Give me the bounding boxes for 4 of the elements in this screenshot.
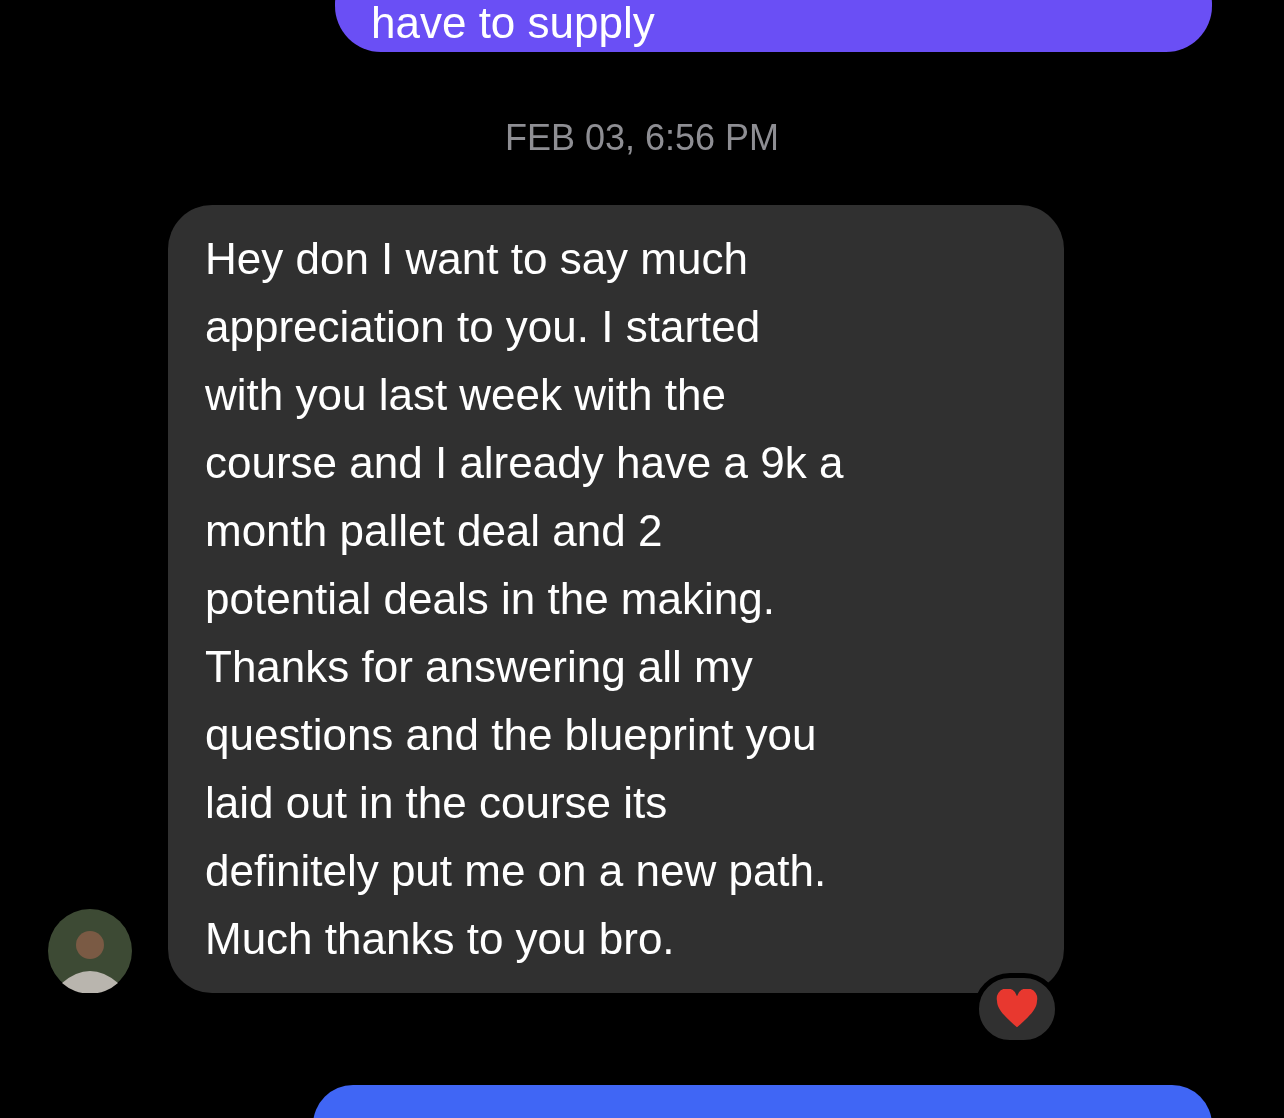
heart-icon [995,989,1039,1029]
sent-message-bubble: have to supply [335,0,1212,52]
timestamp: FEB 03, 6:56 PM [503,116,781,160]
received-message-bubble: Hey don I want to say much appreciation to you. I started with you last week with the course and I already have a 9k a month pallet deal and 2 potential deals in the making. Thanks for answering all my questions and the blueprint you laid out in the course its definitely put me on a new path. Much thanks to you bro. [168,205,1064,993]
